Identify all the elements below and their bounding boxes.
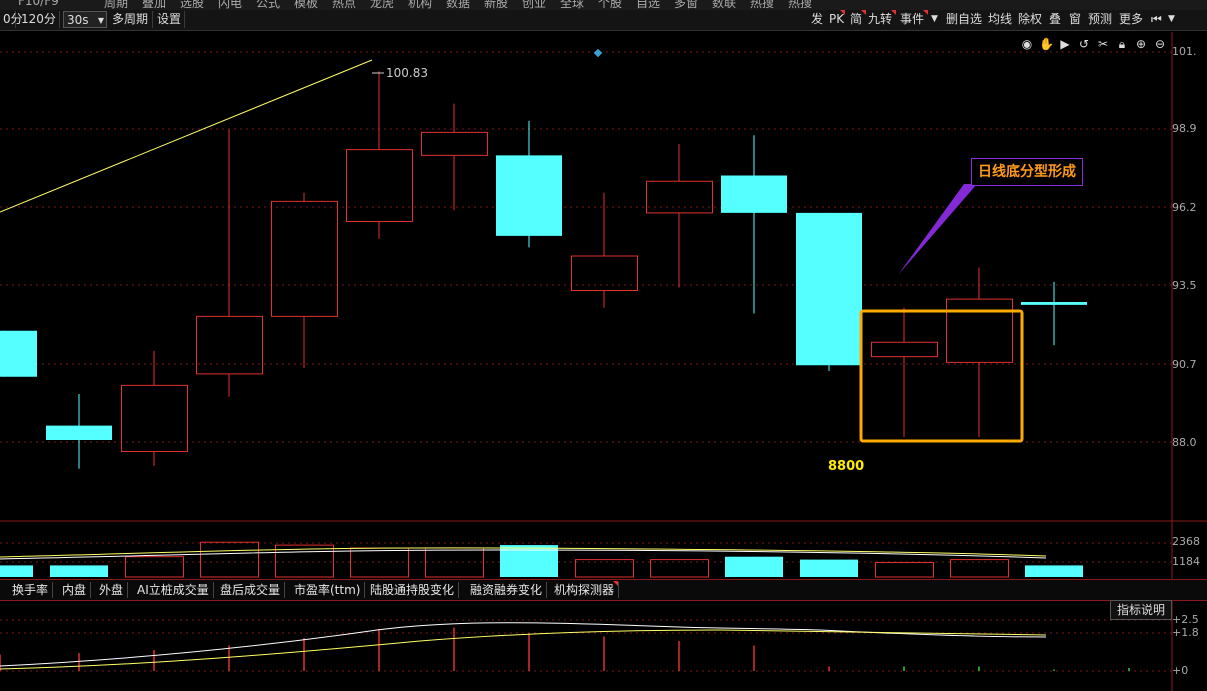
candle-up [421,131,488,156]
candle-down [721,175,787,213]
tab-margin-trading[interactable]: 融资融券变化 [466,582,548,598]
volume-tick-label: 1184 [1172,555,1200,568]
tab-outer-volume[interactable]: 外盘 [95,582,129,598]
indicator-line-yellow [0,629,1047,670]
tab-after-hours-volume[interactable]: 盘后成交量 [216,582,286,598]
candle-down [0,330,37,377]
volume-bar-down [1025,565,1083,577]
candle-up [121,384,188,452]
callout-arrow [898,184,977,275]
price-tick-label: 93.5 [1172,279,1197,292]
volume-bar-down [725,556,783,577]
candle-up [196,315,263,375]
candle-down [46,425,112,440]
tab-pe-ratio[interactable]: 市盈率(ttm) [290,582,366,598]
indicator-tick-label: +1.8 [1172,626,1199,639]
tab-institution-detector[interactable]: 机构探测器 [550,582,620,598]
candle-up [271,200,338,317]
tab-inner-volume[interactable]: 内盘 [58,582,92,598]
volume-bar-down [800,559,858,577]
volume-tick-label: 2368 [1172,535,1200,548]
diamond-marker [593,48,603,58]
indicator-help-button[interactable]: 指标说明 [1109,600,1172,620]
price-tick-label: 101. [1172,45,1197,58]
indicator-tab-bar: 换手率 内盘 外盘 AI立桩成交量 盘后成交量 市盈率(ttm) 陆股通持股变化… [0,579,1207,601]
candle-down [796,212,862,366]
tab-turnover[interactable]: 换手率 [8,582,54,598]
indicator-tick-label: +2.5 [1172,613,1199,626]
trend-line [0,59,373,213]
price-tick-label: 96.2 [1172,201,1197,214]
volume-bar-down [50,565,108,577]
candle-down [1021,302,1087,305]
candle-up [571,255,638,291]
candle-down [496,155,562,236]
candle-up [871,341,938,358]
price-tick-label: 88.0 [1172,436,1197,449]
price-tick-label: 90.7 [1172,358,1197,371]
bottom-fractal-callout: 日线底分型形成 [971,158,1083,186]
price-tick-label: 98.9 [1172,122,1197,135]
new-badge-icon [613,581,618,586]
volume-bar-up [125,556,184,578]
marker-label: 8800 [828,459,865,474]
volume-bar-up [875,562,934,578]
indicator-tick-label: +0 [1172,664,1189,677]
tab-northbound-holdings[interactable]: 陆股通持股变化 [366,582,460,598]
indicator-line-white [0,622,1047,667]
volume-bar-up [200,541,259,578]
volume-bar-down [0,565,33,577]
peak-price-label: 100.83 [386,66,428,80]
candle-up [946,298,1013,363]
candle-up [346,149,413,222]
bottom-fractal-box [859,309,1024,443]
tab-ai-volume[interactable]: AI立桩成交量 [133,582,214,598]
candle-up [646,180,713,214]
